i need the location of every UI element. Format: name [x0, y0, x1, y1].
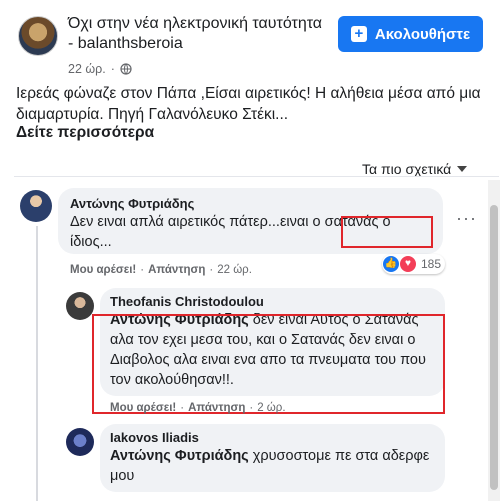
globe-icon	[120, 63, 132, 75]
commenter-avatar[interactable]	[66, 292, 94, 320]
love-reaction-icon: ♥	[399, 255, 417, 273]
reaction-count: 185	[421, 257, 442, 271]
comment-author[interactable]: Iakovos Iliadis	[110, 430, 199, 445]
divider	[14, 176, 499, 177]
like-reaction-icon: 👍	[383, 256, 399, 272]
comment-text: Αντώνης Φυτριάδης χρυσοστομε πε στα αδερ…	[110, 448, 430, 484]
comment-bubble: Iakovos Iliadis Αντώνης Φυτριάδης χρυσοσ…	[100, 424, 445, 492]
follow-button[interactable]: + Ακολουθήστε	[338, 16, 483, 52]
comment-time[interactable]: 22 ώρ.	[217, 264, 252, 276]
reply-link[interactable]: Απάντηση	[188, 402, 245, 414]
like-link[interactable]: Μου αρέσει!	[70, 264, 136, 276]
comment-time[interactable]: 2 ώρ.	[257, 402, 285, 414]
comment-author[interactable]: Theofanis Christodoulou	[110, 294, 264, 309]
see-more-link[interactable]: Δείτε περισσότερα	[16, 124, 154, 142]
comment-actions: Μου αρέσει! · Απάντηση · 22 ώρ.	[70, 264, 252, 276]
page-name[interactable]: Όχι στην νέα ηλεκτρονική ταυτότητα - bal…	[68, 14, 323, 54]
sort-label: Τα πιο σχετικά	[362, 161, 452, 177]
like-link[interactable]: Μου αρέσει!	[110, 402, 176, 414]
post-text: Ιερεάς φώναζε στον Πάπα ,Είσαι αιρετικός…	[16, 85, 481, 123]
page-avatar[interactable]	[18, 16, 58, 56]
comment-sort-dropdown[interactable]: Τα πιο σχετικά	[362, 161, 468, 177]
scrollbar-thumb[interactable]	[490, 205, 498, 490]
comment-actions: Μου αρέσει! · Απάντηση · 2 ώρ.	[110, 402, 286, 414]
post-time[interactable]: 22 ώρ.	[68, 62, 106, 76]
comment-options-icon[interactable]: ···	[456, 208, 477, 229]
reply-thread-line	[36, 226, 38, 501]
post-meta: 22 ώρ. ·	[68, 62, 132, 76]
comment-author[interactable]: Αντώνης Φυτριάδης	[70, 196, 194, 211]
mention-link[interactable]: Αντώνης Φυτριάδης	[110, 448, 249, 464]
reply-link[interactable]: Απάντηση	[148, 264, 205, 276]
caret-down-icon	[457, 166, 468, 172]
add-page-icon: +	[350, 26, 367, 42]
highlight-box	[341, 216, 433, 248]
follow-label: Ακολουθήστε	[374, 25, 471, 43]
highlight-box	[92, 314, 445, 414]
commenter-avatar[interactable]	[20, 190, 52, 222]
reaction-summary[interactable]: 👍 ♥ 185	[382, 254, 446, 274]
commenter-avatar[interactable]	[66, 428, 94, 456]
